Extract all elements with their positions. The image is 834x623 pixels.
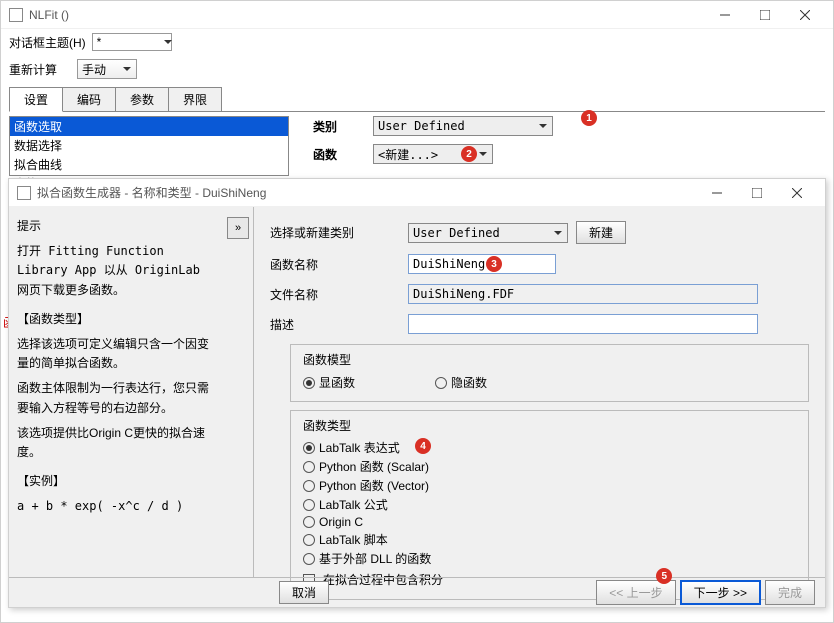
main-tabs: 设置 编码 参数 界限 — [9, 87, 825, 112]
radio-python-scalar[interactable]: Python 函数 (Scalar) — [303, 457, 796, 476]
hint-panel: 提示 打开 Fitting Function Library App 以从 Or… — [9, 207, 227, 577]
right-panel: 类别 User Defined 1 函数 <新建...> 2 — [293, 116, 825, 176]
builder-window-controls — [697, 181, 817, 205]
radio-labtalk-script[interactable]: LabTalk 脚本 — [303, 530, 796, 549]
chevron-down-icon[interactable] — [164, 40, 172, 44]
radio-icon — [303, 516, 315, 528]
type-fieldset: 函数类型 LabTalk 表达式4 Python 函数 (Scalar) Pyt… — [290, 410, 809, 600]
recalc-dropdown[interactable]: 手动 — [77, 59, 137, 79]
badge-1: 1 — [581, 110, 597, 126]
radio-icon — [303, 442, 315, 454]
type-fieldset-title: 函数类型 — [299, 417, 355, 434]
radio-explicit[interactable]: 显函数 — [303, 374, 355, 391]
builder-footer: 取消 << 上一步 下一步 >> 完成 5 — [9, 577, 825, 607]
recalc-label: 重新计算 — [9, 61, 57, 78]
func-name-label: 函数名称 — [270, 256, 370, 273]
desc-input[interactable] — [408, 314, 758, 334]
function-label: 函数 — [313, 146, 363, 163]
badge-3: 3 — [486, 256, 502, 272]
hint-p2: 选择该选项可定义编辑只含一个因变量的简单拟合函数。 — [17, 335, 219, 373]
recalc-value: 手动 — [82, 61, 106, 78]
expand-button[interactable]: » — [227, 217, 249, 239]
radio-icon — [435, 377, 447, 389]
radio-icon — [303, 480, 315, 492]
builder-titlebar: 拟合函数生成器 - 名称和类型 - DuiShiNeng — [9, 179, 825, 207]
radio-origin-c[interactable]: Origin C — [303, 514, 796, 530]
radio-icon — [303, 534, 315, 546]
hint-section1: 【函数类型】 — [17, 310, 219, 329]
maximize-button[interactable] — [745, 3, 785, 27]
radio-icon — [303, 499, 315, 511]
sel-category-select[interactable]: User Defined — [408, 223, 568, 243]
radio-icon — [303, 377, 315, 389]
builder-icon — [17, 186, 31, 200]
next-button[interactable]: 下一步 >> — [680, 580, 761, 605]
builder-minimize-button[interactable] — [697, 181, 737, 205]
list-item-data-select[interactable]: 数据选择 — [10, 136, 288, 155]
radio-icon — [303, 461, 315, 473]
radio-icon — [303, 553, 315, 565]
settings-listbox[interactable]: 函数选取 数据选择 拟合曲线 查找X/Y — [9, 116, 289, 176]
main-title: NLFit () — [29, 8, 705, 22]
category-select[interactable]: User Defined — [373, 116, 553, 136]
model-fieldset-title: 函数模型 — [299, 351, 355, 368]
tab-settings[interactable]: 设置 — [9, 87, 63, 112]
dialog-theme-row: 对话框主题(H) — [1, 29, 833, 55]
sel-category-label: 选择或新建类别 — [270, 224, 370, 241]
dialog-theme-label: 对话框主题(H) — [9, 34, 86, 51]
hint-section2: 【实例】 — [17, 472, 219, 491]
cancel-button[interactable]: 取消 — [279, 581, 329, 604]
hint-example: a + b * exp( -x^c / d ) — [17, 497, 219, 516]
hint-p4: 该选项提供比Origin C更快的拟合速度。 — [17, 424, 219, 462]
badge-4: 4 — [415, 438, 431, 454]
settings-content: 函数选取 数据选择 拟合曲线 查找X/Y 类别 User Defined 1 函… — [1, 112, 833, 180]
hint-p1: 打开 Fitting Function Library App 以从 Origi… — [17, 242, 219, 300]
builder-window: 拟合函数生成器 - 名称和类型 - DuiShiNeng 提示 打开 Fitti… — [8, 178, 826, 608]
form-panel: 选择或新建类别 User Defined 新建 函数名称 3 文件名称 描述 函… — [253, 207, 825, 577]
builder-body: 提示 打开 Fitting Function Library App 以从 Or… — [9, 207, 825, 577]
radio-external-dll[interactable]: 基于外部 DLL 的函数 — [303, 549, 796, 568]
builder-maximize-button[interactable] — [737, 181, 777, 205]
list-item-fit-curve[interactable]: 拟合曲线 — [10, 155, 288, 174]
badge-2: 2 — [461, 146, 477, 162]
recalc-row: 重新计算 手动 — [1, 55, 833, 83]
dialog-theme-input[interactable] — [92, 33, 172, 51]
radio-labtalk-expr[interactable]: LabTalk 表达式4 — [303, 438, 796, 457]
category-label: 类别 — [313, 118, 363, 135]
file-name-input — [408, 284, 758, 304]
left-panel: 函数选取 数据选择 拟合曲线 查找X/Y — [9, 116, 289, 176]
file-name-label: 文件名称 — [270, 286, 370, 303]
tab-code[interactable]: 编码 — [62, 87, 116, 111]
radio-implicit[interactable]: 隐函数 — [435, 374, 487, 391]
main-window-controls — [705, 3, 825, 27]
builder-title: 拟合函数生成器 - 名称和类型 - DuiShiNeng — [37, 184, 697, 201]
tab-bounds[interactable]: 界限 — [168, 87, 222, 111]
new-category-button[interactable]: 新建 — [576, 221, 626, 244]
builder-close-button[interactable] — [777, 181, 817, 205]
hint-p3: 函数主体限制为一行表达行，您只需要输入方程等号的右边部分。 — [17, 379, 219, 417]
model-fieldset: 函数模型 显函数 隐函数 — [290, 344, 809, 402]
func-name-input[interactable] — [408, 254, 556, 274]
finish-button[interactable]: 完成 — [765, 580, 815, 605]
close-button[interactable] — [785, 3, 825, 27]
minimize-button[interactable] — [705, 3, 745, 27]
list-item-function-select[interactable]: 函数选取 — [10, 117, 288, 136]
desc-label: 描述 — [270, 316, 370, 333]
radio-labtalk-formula[interactable]: LabTalk 公式 — [303, 495, 796, 514]
hint-title: 提示 — [17, 217, 219, 236]
main-titlebar: NLFit () — [1, 1, 833, 29]
radio-python-vector[interactable]: Python 函数 (Vector) — [303, 476, 796, 495]
tab-params[interactable]: 参数 — [115, 87, 169, 111]
app-icon — [9, 8, 23, 22]
